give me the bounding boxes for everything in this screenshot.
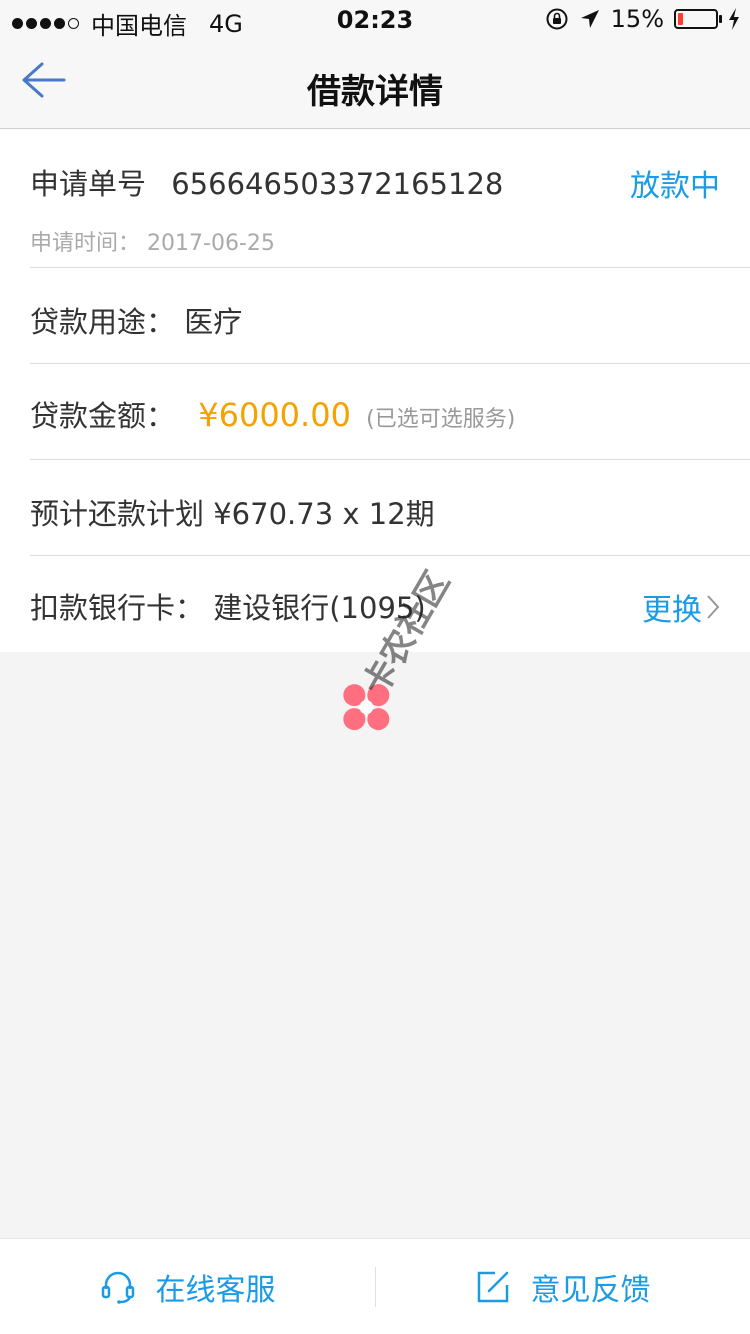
application-date-row: 申请时间： 2017-06-25 — [30, 225, 750, 257]
loan-purpose-label: 贷款用途： — [30, 305, 176, 339]
watermark-text: 卡农社区 — [355, 564, 458, 703]
charging-bolt-icon — [729, 8, 739, 30]
feedback-label: 意见反馈 — [530, 1273, 651, 1308]
bank-card-label: 扣款银行卡： — [30, 591, 205, 625]
divider — [30, 267, 750, 268]
loan-detail-card: 申请单号 656646503372165128 放款中 申请时间： 2017-0… — [0, 129, 750, 652]
online-service-button[interactable]: 在线客服 — [0, 1239, 375, 1334]
repayment-plan-row: 预计还款计划 ¥670.73 x 12期 — [30, 491, 750, 533]
change-bank-button[interactable]: 更换 — [642, 585, 720, 629]
application-number-label: 申请单号 — [30, 167, 147, 201]
online-service-label: 在线客服 — [155, 1273, 276, 1308]
feedback-button[interactable]: 意见反馈 — [375, 1239, 750, 1334]
change-bank-label: 更换 — [642, 593, 702, 628]
divider — [30, 555, 750, 556]
battery-icon — [674, 9, 722, 29]
edit-icon — [477, 1271, 508, 1303]
application-number-row: 申请单号 656646503372165128 放款中 — [30, 161, 750, 204]
page-title: 借款详情 — [307, 72, 443, 112]
repayment-plan: ¥670.73 x 12期 — [213, 497, 435, 531]
loan-amount: ¥6000.00 — [198, 396, 351, 434]
status-badge: 放款中 — [630, 169, 720, 204]
loan-purpose: 医疗 — [184, 305, 243, 339]
loan-amount-note: (已选可选服务) — [366, 407, 516, 432]
application-date-label: 申请时间： — [30, 231, 141, 256]
battery-percent: 15% — [610, 5, 664, 33]
divider — [30, 459, 750, 460]
application-date: 2017-06-25 — [147, 231, 275, 256]
application-number: 656646503372165128 — [171, 167, 504, 201]
divider — [30, 363, 750, 364]
loan-amount-row: 贷款金额： ¥6000.00 (已选可选服务) — [30, 393, 750, 435]
repayment-plan-label: 预计还款计划 — [30, 497, 205, 531]
headset-icon — [101, 1271, 134, 1304]
chevron-right-icon — [707, 595, 720, 619]
battery-level-fill — [678, 13, 683, 25]
bottom-bar: 在线客服 意见反馈 — [0, 1238, 750, 1334]
loan-amount-label: 贷款金额： — [30, 399, 176, 433]
status-bar-right: 15% — [545, 5, 740, 33]
page: 中国电信 4G 02:23 15% 借款详情 申请单号 656646503372… — [0, 0, 750, 1334]
nav-bar: 借款详情 — [0, 40, 750, 129]
rotation-lock-icon — [546, 8, 568, 30]
location-arrow-icon — [580, 10, 599, 28]
loan-purpose-row: 贷款用途： 医疗 — [30, 299, 750, 341]
status-bar: 中国电信 4G 02:23 15% — [0, 0, 750, 40]
